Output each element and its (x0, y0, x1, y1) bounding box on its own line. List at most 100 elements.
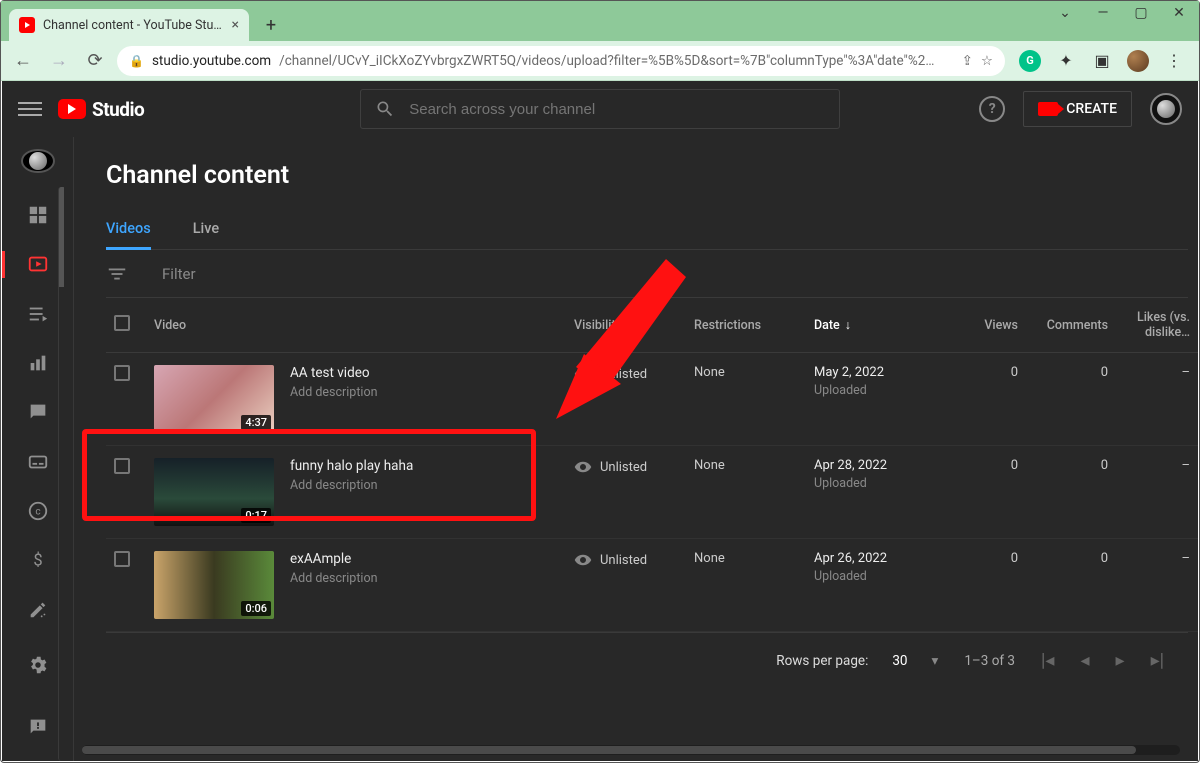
back-button[interactable]: ← (9, 47, 37, 75)
select-all-cell[interactable] (106, 298, 146, 353)
sidebar-copyright-icon[interactable]: c (18, 497, 58, 524)
sidebar-subtitles-icon[interactable] (18, 448, 58, 475)
extensions-puzzle-icon[interactable]: ✦ (1055, 50, 1077, 72)
new-tab-button[interactable]: + (257, 11, 285, 39)
bookmark-star-icon[interactable]: ☆ (981, 53, 993, 69)
horizontal-scrollbar[interactable] (82, 745, 1180, 755)
visibility-cell[interactable]: Unlisted (574, 458, 678, 476)
help-icon[interactable]: ? (979, 96, 1005, 122)
sidebar-scrollbar[interactable] (58, 187, 66, 761)
tab-live[interactable]: Live (193, 208, 219, 249)
channel-avatar[interactable] (21, 149, 55, 173)
table-row[interactable]: 4:37 AA test video Add description Unlist… (106, 353, 1198, 446)
unlisted-icon (574, 365, 592, 383)
sidebar-customization-icon[interactable] (18, 596, 58, 623)
filter-placeholder: Filter (162, 265, 196, 283)
table-row[interactable]: 0:17 funny halo play haha Add description… (106, 446, 1198, 539)
sidebar-playlists-icon[interactable] (18, 300, 58, 327)
first-page-button[interactable]: |◂ (1041, 650, 1054, 671)
video-thumbnail[interactable]: 4:37 (154, 365, 274, 433)
account-avatar[interactable] (1150, 93, 1182, 125)
address-bar[interactable]: 🔒 studio.youtube.com /channel/UCvY_iICkX… (117, 46, 1005, 76)
close-tab-icon[interactable]: × (232, 17, 239, 33)
col-restrictions[interactable]: Restrictions (686, 298, 806, 353)
col-date[interactable]: Date↓ (806, 298, 946, 353)
studio-search[interactable] (360, 89, 840, 129)
rows-per-page-value[interactable]: 30 (892, 653, 907, 669)
studio-logo[interactable]: Studio (58, 98, 144, 121)
next-page-button[interactable]: ▸ (1116, 650, 1125, 671)
youtube-favicon (19, 17, 35, 33)
sidepanel-icon[interactable]: ▣ (1091, 50, 1113, 72)
date-cell: Apr 28, 2022Uploaded (814, 458, 938, 491)
search-input[interactable] (409, 101, 825, 118)
likes-cell: – (1116, 353, 1198, 446)
browser-titlebar: Channel content - YouTube Studi… × + ⌄ —… (1, 1, 1199, 41)
video-title[interactable]: funny halo play haha (290, 458, 413, 474)
window-maximize-icon[interactable]: ▢ (1127, 5, 1155, 21)
video-subtitle[interactable]: Add description (290, 385, 377, 400)
sidebar-feedback-icon[interactable] (18, 707, 58, 747)
sidebar-settings-icon[interactable] (18, 645, 58, 685)
tab-title: Channel content - YouTube Studi… (43, 18, 224, 33)
reload-button[interactable]: ⟳ (81, 47, 109, 75)
window-close-icon[interactable]: ✕ (1165, 5, 1193, 21)
video-subtitle[interactable]: Add description (290, 571, 377, 586)
visibility-cell[interactable]: Unlisted (574, 551, 678, 569)
table-row[interactable]: 0:06 exAAmpleAdd description Unlisted No… (106, 539, 1198, 632)
last-page-button[interactable]: ▸| (1151, 650, 1164, 671)
window-controls: ⌄ — ▢ ✕ (1051, 5, 1193, 21)
duration-badge: 0:06 (241, 601, 271, 616)
video-title[interactable]: exAAmple (290, 551, 377, 567)
date-cell: May 2, 2022Uploaded (814, 365, 938, 398)
visibility-cell[interactable]: Unlisted (574, 365, 678, 383)
grammarly-extension-icon[interactable]: G (1019, 50, 1041, 72)
views-cell: 0 (946, 446, 1026, 539)
likes-cell: – (1116, 539, 1198, 632)
sidebar-monetization-icon[interactable]: $ (18, 546, 58, 573)
window-dropdown-icon[interactable]: ⌄ (1051, 5, 1079, 21)
comments-cell: 0 (1026, 446, 1116, 539)
search-icon (375, 99, 395, 119)
tab-videos[interactable]: Videos (106, 208, 151, 249)
scrollbar-thumb[interactable] (82, 746, 1136, 754)
select-all-checkbox[interactable] (114, 315, 130, 331)
col-video[interactable]: Video (146, 298, 566, 353)
window-minimize-icon[interactable]: — (1089, 5, 1117, 21)
row-checkbox[interactable] (114, 551, 130, 567)
prev-page-button[interactable]: ◂ (1080, 650, 1089, 671)
video-subtitle[interactable]: Add description (290, 478, 413, 493)
forward-button[interactable]: → (45, 47, 73, 75)
content-tabs: Videos Live (106, 208, 1188, 250)
row-checkbox[interactable] (114, 365, 130, 381)
sidebar-analytics-icon[interactable] (18, 349, 58, 376)
filter-bar[interactable]: Filter (106, 250, 1188, 298)
col-likes[interactable]: Likes (vs. dislike… (1116, 298, 1198, 353)
col-comments[interactable]: Comments (1026, 298, 1116, 353)
share-icon[interactable]: ⇪ (962, 53, 973, 69)
create-label: CREATE (1066, 101, 1117, 117)
rows-per-page-label: Rows per page: (776, 653, 868, 669)
hamburger-menu-icon[interactable] (18, 102, 42, 116)
url-domain: studio.youtube.com (152, 53, 271, 69)
page-range: 1–3 of 3 (964, 653, 1015, 669)
video-thumbnail[interactable]: 0:06 (154, 551, 274, 619)
sidebar-dashboard-icon[interactable] (18, 201, 58, 228)
col-visibility[interactable]: Visibility (566, 298, 686, 353)
chrome-menu-icon[interactable]: ⋮ (1163, 50, 1185, 72)
videos-table: Video Visibility Restrictions Date↓ View… (106, 298, 1198, 632)
col-views[interactable]: Views (946, 298, 1026, 353)
chrome-profile-avatar[interactable] (1127, 50, 1149, 72)
sidebar-comments-icon[interactable] (18, 399, 58, 426)
extension-icons: G ✦ ▣ ⋮ (1013, 50, 1191, 72)
dropdown-arrow-icon[interactable]: ▾ (932, 653, 939, 669)
youtube-studio-app: Studio ? CREATE c $ (2, 81, 1198, 761)
video-title[interactable]: AA test video (290, 365, 377, 381)
sidebar-content-icon[interactable] (18, 251, 58, 278)
video-thumbnail[interactable]: 0:17 (154, 458, 274, 526)
row-checkbox[interactable] (114, 458, 130, 474)
views-cell: 0 (946, 353, 1026, 446)
lock-icon: 🔒 (129, 54, 144, 68)
create-button[interactable]: CREATE (1023, 91, 1132, 127)
browser-tab[interactable]: Channel content - YouTube Studi… × (9, 9, 249, 41)
